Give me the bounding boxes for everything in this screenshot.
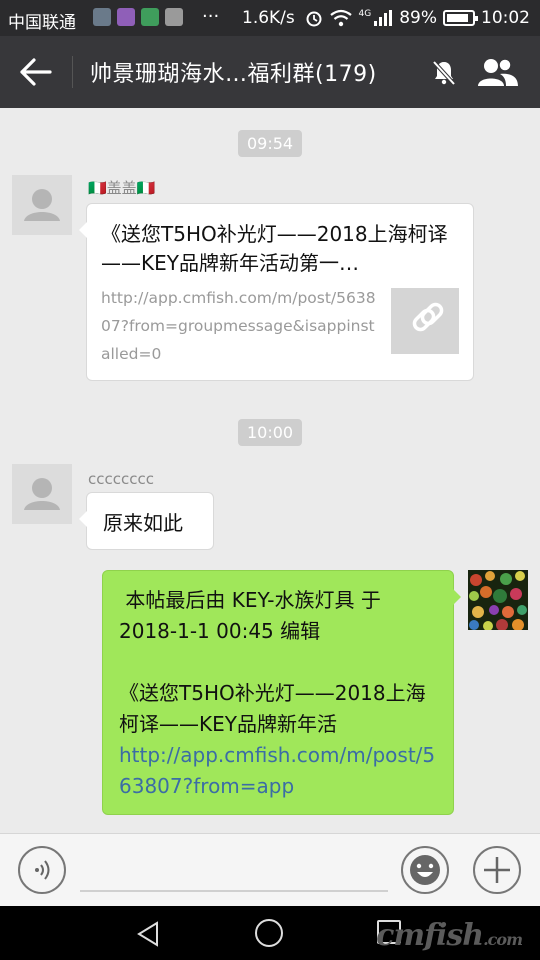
message-list[interactable]: 09:54 🇮🇹盖盖🇮🇹 《送您T5HO补光灯——2018上海柯译——KEY品牌…	[0, 108, 540, 833]
signal-icon	[374, 10, 393, 26]
nav-home-icon[interactable]	[255, 919, 283, 947]
gallery-notification-icon	[117, 8, 135, 26]
arrow-left-icon[interactable]	[18, 56, 54, 88]
message-link[interactable]: http://app.cmfish.com/m/post/563807?from…	[119, 740, 439, 802]
more-notifications-icon: ···	[202, 6, 220, 27]
edit-note: 本帖最后由 KEY-水族灯具 于 2018-1-1 00:45 编辑	[119, 588, 388, 643]
alarm-icon	[306, 11, 321, 27]
watermark-suffix: .com	[483, 930, 523, 949]
link-thumbnail	[391, 288, 459, 354]
timestamp: 10:00	[238, 419, 303, 446]
sender-name: 🇮🇹盖盖🇮🇹	[88, 179, 156, 197]
sender-name: cccccccc	[88, 470, 154, 488]
status-bar: 中国联通 ··· 1.6K/s 4G 89% 10:02	[0, 0, 540, 36]
clock: 10:02	[481, 8, 530, 28]
link-card[interactable]: 《送您T5HO补光灯——2018上海柯译——KEY品牌新年活动第一… http:…	[79, 203, 474, 381]
avatar[interactable]	[12, 464, 72, 524]
chart-notification-icon	[141, 8, 159, 26]
default-avatar-icon	[24, 478, 60, 510]
link-title: 《送您T5HO补光灯——2018上海柯译——KEY品牌新年活动第一…	[101, 222, 448, 275]
bell-off-icon	[432, 60, 456, 86]
site-watermark: cmfish.com	[376, 918, 523, 953]
text-bubble[interactable]: 原来如此	[79, 492, 214, 550]
smile-icon[interactable]	[401, 846, 449, 894]
network-speed: 1.6K/s	[242, 8, 295, 28]
wifi-icon	[329, 9, 352, 27]
my-avatar[interactable]	[468, 570, 528, 630]
default-avatar-icon	[24, 189, 60, 221]
voice-icon[interactable]	[18, 846, 66, 894]
system-nav-bar: cmfish.com	[0, 906, 540, 960]
quoted-title: 《送您T5HO补光灯——2018上海柯译——KEY品牌新年活	[119, 681, 426, 736]
nav-back-icon[interactable]	[135, 920, 161, 948]
battery-icon	[443, 10, 478, 26]
link-icon	[412, 302, 444, 332]
coral-avatar-image	[469, 571, 527, 630]
battery-percent: 89%	[399, 8, 437, 28]
message-text: 原来如此	[103, 511, 183, 535]
misc-notification-icon	[165, 8, 183, 26]
message-input[interactable]	[80, 890, 388, 892]
carrier-name: 中国联通	[8, 13, 76, 33]
people-icon[interactable]	[476, 56, 520, 88]
notification-icons	[93, 8, 183, 26]
message-text: 本帖最后由 KEY-水族灯具 于 2018-1-1 00:45 编辑 《送您T5…	[119, 585, 439, 802]
input-bar	[0, 833, 540, 906]
timestamp: 09:54	[238, 130, 303, 157]
plus-icon[interactable]	[473, 846, 521, 894]
chat-header: 帅景珊瑚海水…福利群(179)	[0, 36, 540, 108]
link-url: http://app.cmfish.com/m/post/563807?from…	[101, 289, 376, 363]
network-type: 4G	[358, 9, 372, 19]
own-message-bubble[interactable]: 本帖最后由 KEY-水族灯具 于 2018-1-1 00:45 编辑 《送您T5…	[102, 570, 461, 815]
app-notification-icon	[93, 8, 111, 26]
header-divider	[72, 56, 73, 88]
avatar[interactable]	[12, 175, 72, 235]
group-title: 帅景珊瑚海水…福利群(179)	[90, 62, 377, 87]
watermark-text: cmfish	[376, 918, 484, 953]
